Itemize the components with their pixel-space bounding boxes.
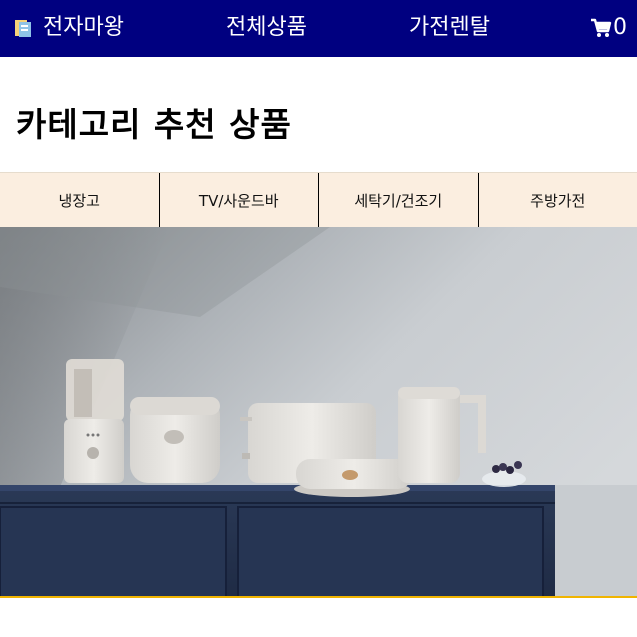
tab-washer-dryer[interactable]: 세탁기/건조기 (319, 173, 479, 227)
section-title: 카테고리 추천 상품 (16, 105, 292, 144)
nav-link-all-products[interactable]: 전체상품 (226, 12, 307, 44)
top-navigation-bar: 전자마왕 전체상품 가전렌탈 0 (0, 0, 637, 57)
category-tabs: 냉장고 TV/사운드바 세탁기/건조기 주방가전 (0, 172, 637, 227)
kitchen-appliances-illustration (0, 227, 637, 597)
cart-count: 0 (613, 15, 627, 40)
cart-icon (591, 18, 612, 37)
tab-kitchen-appliances[interactable]: 주방가전 (479, 173, 637, 227)
brand-name: 전자마왕 (43, 15, 124, 40)
hero-product-image[interactable] (0, 227, 637, 597)
tab-refrigerator[interactable]: 냉장고 (0, 173, 160, 227)
nav-link-appliance-rental[interactable]: 가전렌탈 (409, 12, 490, 44)
brand-logo-link[interactable]: 전자마왕 (13, 12, 124, 44)
hero-bottom-accent (0, 596, 637, 598)
tab-tv-soundbar[interactable]: TV/사운드바 (160, 173, 319, 227)
book-icon (15, 20, 31, 37)
cart-button[interactable]: 0 (590, 12, 627, 44)
